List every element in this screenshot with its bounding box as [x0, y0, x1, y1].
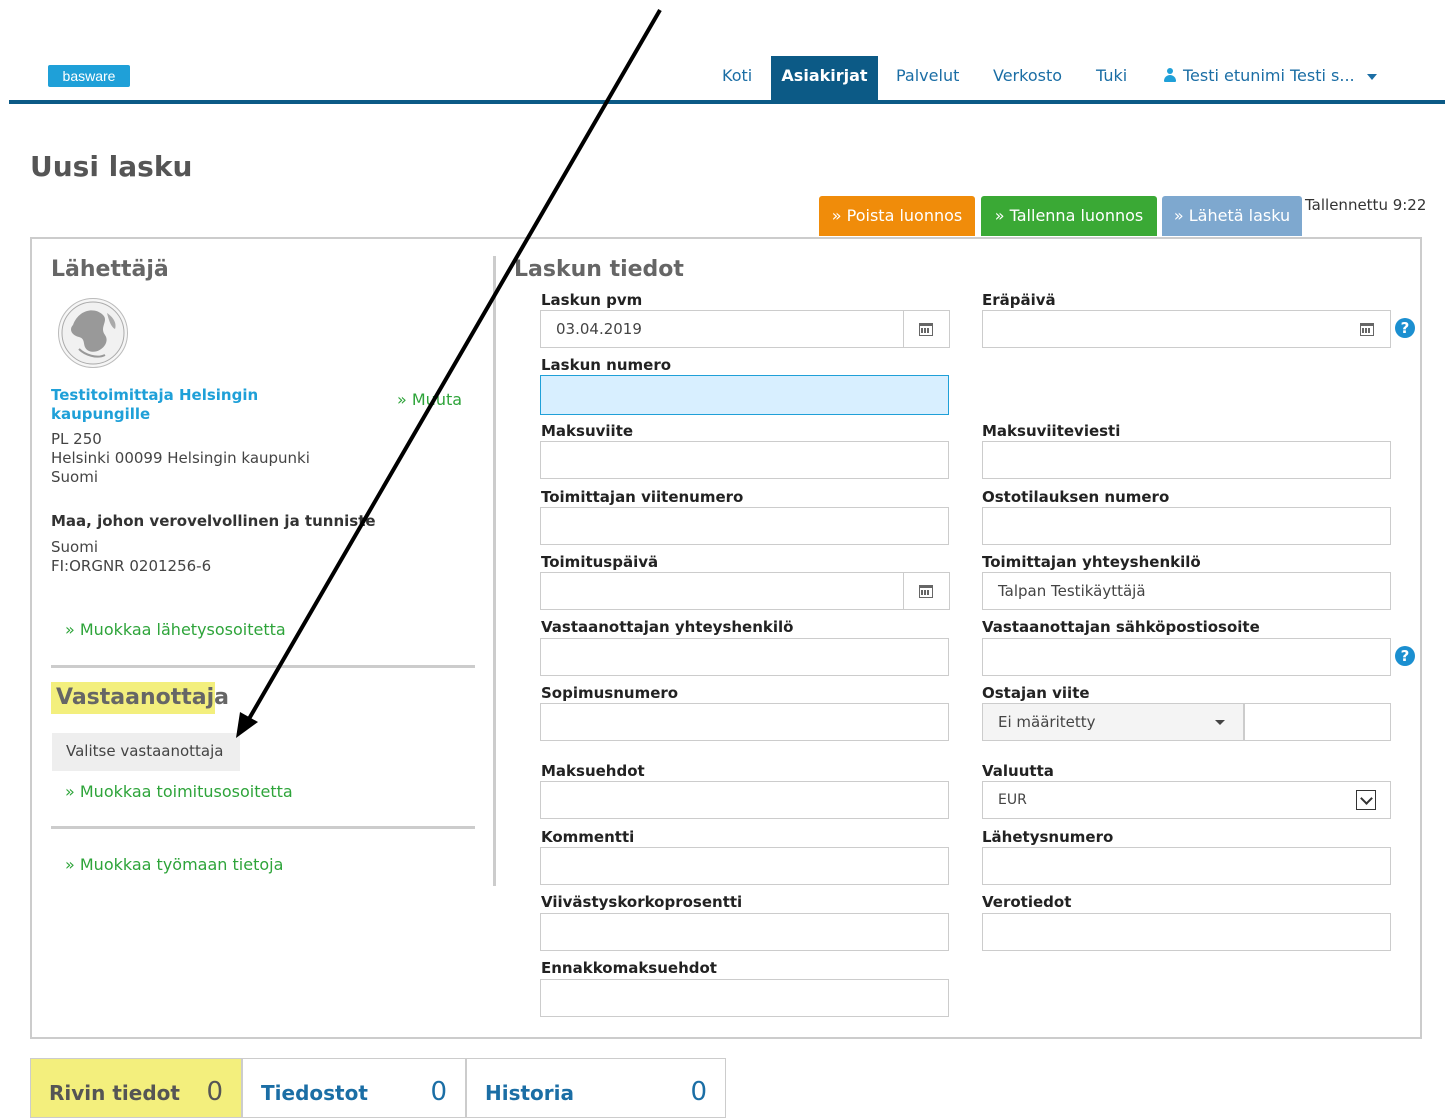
tab-row-details[interactable]: Rivin tiedot 0 — [30, 1058, 242, 1118]
supplier-contact-input[interactable]: Talpan Testikäyttäjä — [982, 572, 1391, 610]
change-sender-link[interactable]: » Muuta — [397, 390, 462, 409]
payment-terms-input[interactable] — [540, 781, 949, 819]
contract-number-input[interactable] — [540, 703, 949, 741]
saved-status: Tallennettu 9:22 — [1305, 196, 1427, 214]
send-invoice-button[interactable]: » Lähetä lasku — [1162, 196, 1302, 236]
due-date-label: Eräpäivä — [982, 291, 1056, 309]
advance-terms-label: Ennakkomaksuehdot — [541, 959, 717, 977]
buyer-reference-input[interactable] — [1244, 703, 1391, 741]
tab-count: 0 — [430, 1077, 447, 1107]
help-icon[interactable]: ? — [1395, 646, 1415, 666]
invoice-heading: Laskun tiedot — [514, 257, 684, 282]
tab-label: Rivin tiedot — [49, 1081, 180, 1105]
recipient-contact-label: Vastaanottajan yhteyshenkilö — [541, 618, 794, 636]
payment-reference-label: Maksuviite — [541, 422, 634, 440]
invoice-date-calendar-button[interactable] — [904, 310, 950, 348]
purchase-order-label: Ostotilauksen numero — [982, 488, 1170, 506]
header-divider — [9, 100, 1445, 104]
advance-terms-input[interactable] — [540, 979, 949, 1017]
tab-files[interactable]: Tiedostot 0 — [242, 1058, 466, 1118]
late-interest-input[interactable] — [540, 913, 949, 951]
tab-count: 0 — [206, 1077, 223, 1107]
purchase-order-input[interactable] — [982, 507, 1391, 545]
tax-info-input[interactable] — [982, 913, 1391, 951]
recipient-email-label: Vastaanottajan sähköpostiosoite — [982, 618, 1260, 636]
sender-address-line-1: PL 250 — [51, 430, 102, 448]
sender-address-line-3: Suomi — [51, 468, 98, 486]
help-icon[interactable]: ? — [1395, 318, 1415, 338]
tax-country-label: Maa, johon verovelvollinen ja tunniste — [51, 512, 376, 530]
shipment-number-input[interactable] — [982, 847, 1391, 885]
payment-reference-input[interactable] — [540, 441, 949, 479]
invoice-date-label: Laskun pvm — [541, 291, 643, 309]
edit-delivery-address-link[interactable]: » Muokkaa toimitusosoitetta — [65, 782, 293, 801]
payment-message-label: Maksuviiteviesti — [982, 422, 1121, 440]
calendar-icon — [919, 323, 933, 336]
calendar-icon — [919, 585, 933, 598]
buyer-reference-select[interactable]: Ei määritetty — [982, 703, 1244, 741]
delivery-date-label: Toimituspäivä — [541, 553, 659, 571]
tax-info-label: Verotiedot — [982, 893, 1072, 911]
buyer-reference-select-value: Ei määritetty — [998, 713, 1096, 731]
payment-terms-label: Maksuehdot — [541, 762, 645, 780]
tab-label: Historia — [485, 1081, 575, 1105]
choose-recipient-button[interactable]: Valitse vastaanottaja — [52, 733, 240, 771]
chevron-down-icon — [1366, 73, 1377, 80]
comment-label: Kommentti — [541, 828, 635, 846]
chevron-down-icon — [1356, 790, 1376, 810]
supplier-reference-input[interactable] — [540, 507, 949, 545]
invoice-date-input[interactable]: 03.04.2019 — [540, 310, 904, 348]
user-name: Testi etunimi Testi s... — [1183, 66, 1355, 85]
delivery-date-calendar-button[interactable] — [904, 572, 950, 610]
currency-label: Valuutta — [982, 762, 1054, 780]
contract-number-label: Sopimusnumero — [541, 684, 679, 702]
shipment-number-label: Lähetysnumero — [982, 828, 1114, 846]
nav-tuki[interactable]: Tuki — [1096, 56, 1127, 100]
buyer-reference-label: Ostajan viite — [982, 684, 1090, 702]
globe-icon — [61, 301, 125, 365]
edit-sending-address-link[interactable]: » Muokkaa lähetysosoitetta — [65, 620, 286, 639]
user-menu[interactable]: Testi etunimi Testi s... — [1163, 56, 1377, 100]
recipient-divider — [51, 826, 475, 829]
recipient-heading: Vastaanottaja — [56, 685, 230, 710]
tab-history[interactable]: Historia 0 — [466, 1058, 726, 1118]
sender-divider — [51, 665, 475, 668]
payment-message-input[interactable] — [982, 441, 1391, 479]
save-draft-button[interactable]: » Tallenna luonnos — [981, 196, 1157, 236]
sender-avatar — [58, 298, 128, 368]
nav-verkosto[interactable]: Verkosto — [993, 56, 1062, 100]
due-date-calendar-button[interactable] — [1345, 310, 1391, 348]
invoice-number-label: Laskun numero — [541, 356, 672, 374]
edit-site-info-link[interactable]: » Muokkaa työmaan tietoja — [65, 855, 283, 874]
tab-count: 0 — [690, 1077, 707, 1107]
sender-address-line-2: Helsinki 00099 Helsingin kaupunki — [51, 449, 310, 467]
calendar-icon — [1360, 323, 1374, 336]
caret-down-icon — [1215, 720, 1225, 725]
user-icon — [1163, 68, 1177, 82]
supplier-reference-label: Toimittajan viitenumero — [541, 488, 744, 506]
recipient-email-input[interactable] — [982, 638, 1391, 676]
recipient-contact-input[interactable] — [540, 638, 949, 676]
sender-name-link[interactable]: Testitoimittaja Helsingin kaupungille — [51, 386, 291, 424]
currency-select[interactable]: EUR — [982, 781, 1391, 819]
tax-country: Suomi — [51, 538, 98, 556]
comment-input[interactable] — [540, 847, 949, 885]
tab-label: Tiedostot — [261, 1081, 368, 1105]
currency-value: EUR — [998, 792, 1027, 808]
delivery-date-input[interactable] — [540, 572, 904, 610]
sender-heading: Lähettäjä — [51, 257, 169, 282]
nav-koti[interactable]: Koti — [722, 56, 752, 100]
tax-id: FI:ORGNR 0201256-6 — [51, 557, 212, 575]
page-title: Uusi lasku — [30, 150, 193, 183]
nav-palvelut[interactable]: Palvelut — [896, 56, 959, 100]
nav-asiakirjat[interactable]: Asiakirjat — [771, 56, 878, 100]
basware-logo[interactable]: basware — [48, 65, 130, 87]
due-date-input[interactable] — [982, 310, 1346, 348]
invoice-number-input[interactable] — [540, 375, 949, 415]
column-divider — [493, 256, 496, 886]
delete-draft-button[interactable]: » Poista luonnos — [819, 196, 975, 236]
late-interest-label: Viivästyskorkoprosentti — [541, 893, 743, 911]
supplier-contact-label: Toimittajan yhteyshenkilö — [982, 553, 1201, 571]
